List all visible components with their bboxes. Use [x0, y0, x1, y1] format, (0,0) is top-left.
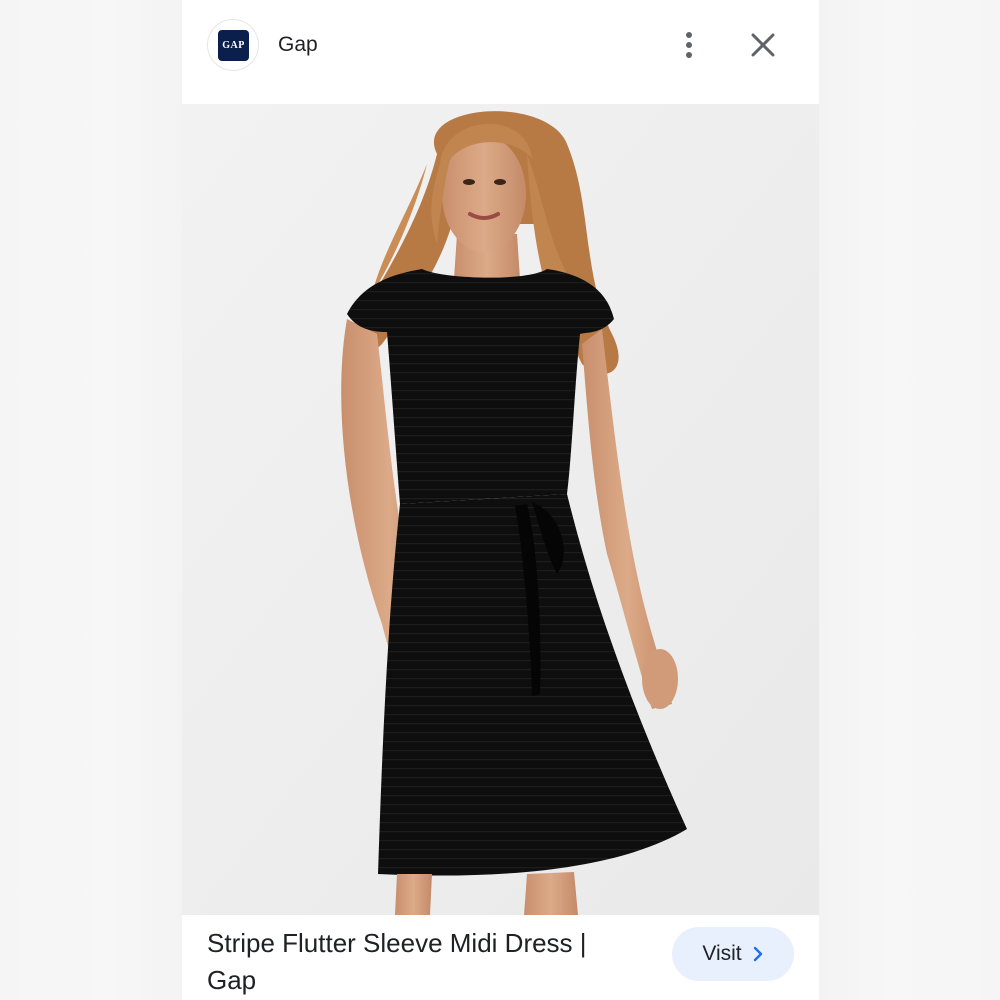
- site-logo[interactable]: GAP: [207, 19, 259, 71]
- site-name[interactable]: Gap: [278, 33, 318, 57]
- close-button[interactable]: [744, 26, 782, 64]
- chevron-right-icon: [753, 946, 762, 962]
- background-left: [0, 0, 182, 1000]
- more-vert-icon-dot: [686, 52, 692, 58]
- product-title[interactable]: Stripe Flutter Sleeve Midi Dress | Gap: [207, 925, 627, 999]
- product-image[interactable]: [182, 104, 819, 915]
- gap-logo-icon: GAP: [218, 30, 249, 61]
- preview-footer: Stripe Flutter Sleeve Midi Dress | Gap V…: [182, 915, 819, 1000]
- more-vert-icon: [686, 32, 692, 38]
- more-vert-icon-dot: [686, 42, 692, 48]
- image-preview-panel: GAP Gap Stripe Flutter Sleeve Midi Dress…: [182, 0, 819, 1000]
- visit-button[interactable]: Visit: [672, 927, 794, 981]
- model-wearing-dress-image: [182, 104, 819, 915]
- more-options-button[interactable]: [670, 24, 710, 66]
- preview-header: GAP Gap: [182, 0, 819, 104]
- background-right: [819, 0, 1000, 1000]
- visit-label: Visit: [702, 942, 742, 965]
- close-icon: [751, 33, 775, 57]
